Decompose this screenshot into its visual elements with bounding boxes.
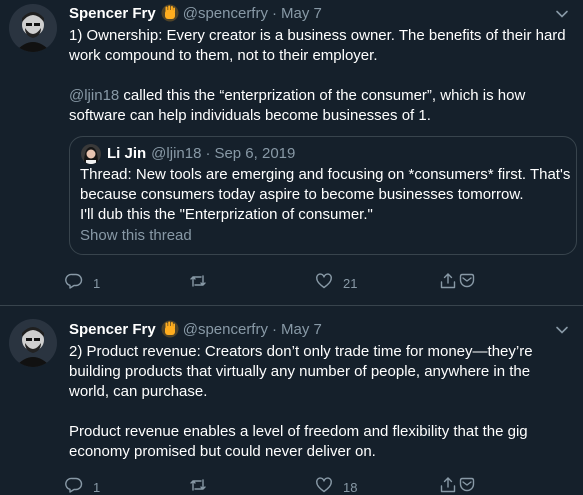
quoted-header: Li Jin @ljin18 · Sep 6, 2019 <box>107 142 295 164</box>
share-icon <box>439 272 457 295</box>
retweet-icon <box>189 476 207 495</box>
tweet-paragraph: Product revenue enables a level of freed… <box>69 423 528 460</box>
tweet-paragraph: @ljin18 called this the “enterprization … <box>69 86 569 126</box>
quoted-author-handle: @ljin18 <box>151 144 202 162</box>
heart-icon <box>315 272 333 295</box>
hand-icon <box>161 320 179 338</box>
message-icon <box>458 476 476 495</box>
author-handle[interactable]: @spencerfry <box>183 5 268 22</box>
avatar[interactable] <box>9 319 57 367</box>
timeline: Spencer Fry @spencerfry · May 7 1) Owner… <box>0 0 583 495</box>
direct-message-button[interactable] <box>458 272 476 294</box>
reply-button[interactable]: 1 <box>65 476 100 495</box>
tweet-text: 2) Product revenue: Creators don’t only … <box>69 342 569 462</box>
quoted-author-name: Li Jin <box>107 144 147 162</box>
quoted-line: because consumers today aspire to become… <box>80 186 524 203</box>
share-icon <box>439 476 457 495</box>
chevron-down-icon[interactable] <box>553 321 571 339</box>
reply-icon <box>65 272 83 295</box>
tweet-actions: 1 21 <box>65 272 485 294</box>
author-handle[interactable]: @spencerfry <box>183 321 268 338</box>
tweet-header: Spencer Fry @spencerfry · May 7 <box>69 2 322 24</box>
quoted-avatar <box>81 144 101 164</box>
separator: · <box>271 320 277 338</box>
quoted-text: Thread: New tools are emerging and focus… <box>80 165 570 225</box>
quoted-line: Thread: New tools are emerging and focus… <box>80 166 571 183</box>
tweet-paragraph: 1) Ownership: Every creator is a busines… <box>69 27 566 64</box>
quoted-line: I'll dub this the "Enterprization of con… <box>80 206 373 223</box>
reply-count: 1 <box>93 479 101 495</box>
reply-count: 1 <box>93 275 101 291</box>
tweet-paragraph: 2) Product revenue: Creators don’t only … <box>69 343 533 400</box>
author-name[interactable]: Spencer Fry <box>69 321 156 338</box>
like-button[interactable]: 21 <box>315 272 357 294</box>
tweet[interactable]: Spencer Fry @spencerfry · May 7 1) Owner… <box>0 0 583 305</box>
retweet-button[interactable] <box>189 272 217 294</box>
reply-button[interactable]: 1 <box>65 272 100 294</box>
tweet[interactable]: Spencer Fry @spencerfry · May 7 2) Produ… <box>0 306 583 495</box>
avatar[interactable] <box>9 4 57 52</box>
separator: · <box>205 144 211 162</box>
mention-link[interactable]: @ljin18 <box>69 87 119 104</box>
tweet-date[interactable]: May 7 <box>281 5 322 22</box>
tweet-actions: 1 18 <box>65 476 485 495</box>
hand-icon <box>161 4 179 22</box>
tweet-header: Spencer Fry @spencerfry · May 7 <box>69 318 322 340</box>
tweet-paragraph-rest: called this the “enterprization of the c… <box>69 87 526 124</box>
retweet-icon <box>189 272 207 295</box>
tweet-text: 1) Ownership: Every creator is a busines… <box>69 26 569 126</box>
chevron-down-icon[interactable] <box>553 5 571 23</box>
reply-icon <box>65 476 83 495</box>
like-count: 21 <box>343 275 358 291</box>
retweet-button[interactable] <box>189 476 217 495</box>
share-button[interactable] <box>439 476 457 495</box>
like-count: 18 <box>343 479 358 495</box>
direct-message-button[interactable] <box>458 476 476 495</box>
quoted-date: Sep 6, 2019 <box>214 144 296 162</box>
author-name[interactable]: Spencer Fry <box>69 5 156 22</box>
message-icon <box>458 272 476 295</box>
like-button[interactable]: 18 <box>315 476 357 495</box>
separator: · <box>271 4 277 22</box>
show-thread-link[interactable]: Show this thread <box>80 227 192 244</box>
quoted-tweet[interactable]: Li Jin @ljin18 · Sep 6, 2019 Thread: New… <box>69 136 577 255</box>
share-button[interactable] <box>439 272 457 294</box>
heart-icon <box>315 476 333 495</box>
tweet-date[interactable]: May 7 <box>281 321 322 338</box>
